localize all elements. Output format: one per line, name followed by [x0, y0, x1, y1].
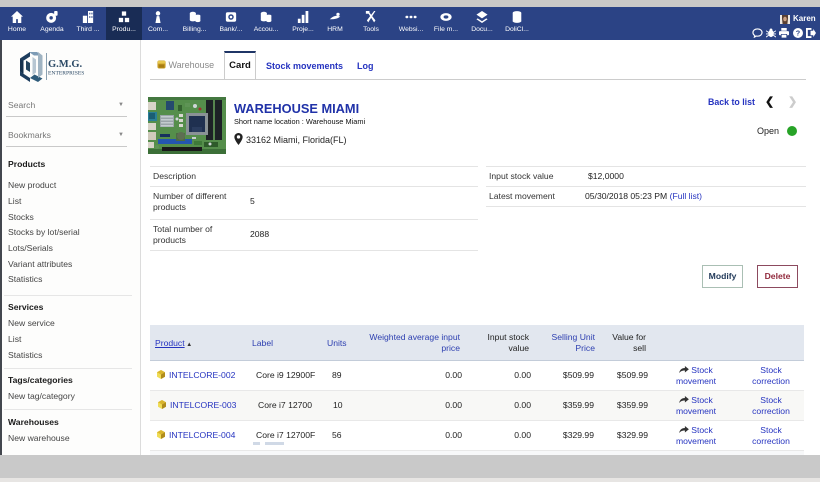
svg-text:?: ?: [796, 29, 801, 38]
svg-text:G.M.G.: G.M.G.: [48, 59, 82, 70]
svg-text:ENTERPRISES: ENTERPRISES: [48, 71, 84, 77]
